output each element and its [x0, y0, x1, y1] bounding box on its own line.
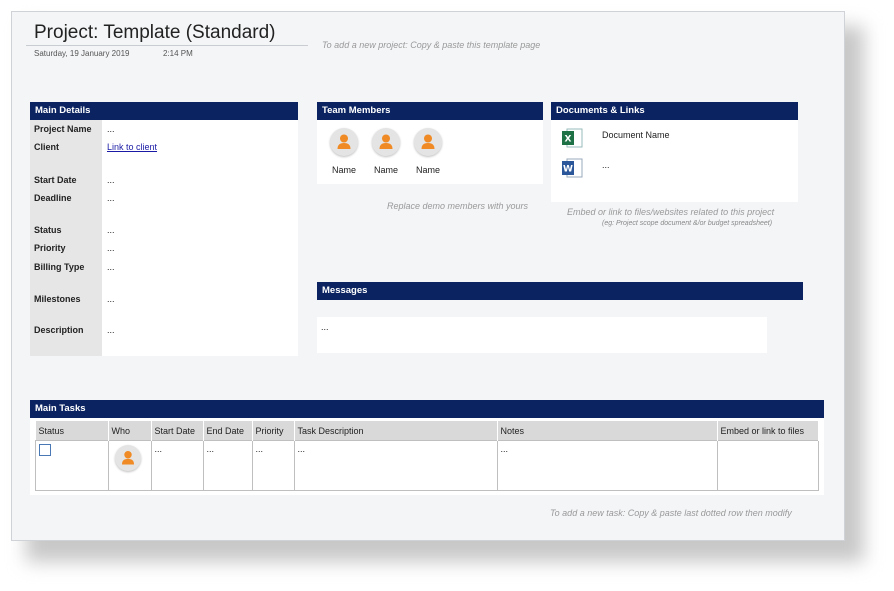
- member-avatar-icon[interactable]: [372, 128, 400, 156]
- document-name-2[interactable]: ...: [602, 160, 610, 170]
- field-label-start-date: Start Date: [34, 175, 77, 185]
- title-underline: [26, 45, 308, 46]
- main-tasks-panel: Status Who Start Date End Date Priority …: [30, 418, 824, 495]
- tasks-table: Status Who Start Date End Date Priority …: [35, 421, 819, 491]
- main-details-header: Main Details: [30, 102, 298, 120]
- assignee-avatar-icon[interactable]: [114, 445, 141, 471]
- note-page: Project: Template (Standard) Saturday, 1…: [11, 11, 845, 541]
- col-start-date: Start Date: [151, 421, 204, 441]
- document-name[interactable]: Document Name: [602, 130, 670, 140]
- messages-header: Messages: [317, 282, 803, 300]
- tasks-hint: To add a new task: Copy & paste last dot…: [550, 508, 792, 518]
- field-label-status: Status: [34, 225, 62, 235]
- main-tasks-header: Main Tasks: [30, 400, 824, 418]
- page-date: Saturday, 19 January 2019: [34, 49, 130, 58]
- col-priority: Priority: [252, 421, 295, 441]
- task-start-date[interactable]: ...: [150, 440, 204, 491]
- svg-text:W: W: [563, 165, 573, 175]
- field-value-priority[interactable]: ...: [107, 243, 115, 253]
- task-checkbox[interactable]: [39, 444, 51, 456]
- member-name: Name: [415, 165, 440, 175]
- task-description[interactable]: ...: [293, 440, 498, 491]
- task-status-cell: [35, 440, 109, 491]
- field-value-milestones[interactable]: ...: [107, 294, 115, 304]
- documents-header: Documents & Links: [551, 102, 798, 120]
- task-end-date[interactable]: ...: [202, 440, 253, 491]
- task-notes[interactable]: ...: [496, 440, 718, 491]
- member-avatar-icon[interactable]: [330, 128, 358, 156]
- team-members-section: Team Members Name Name Name: [317, 102, 543, 184]
- main-details-panel[interactable]: Project Name ... Client Link to client S…: [30, 120, 298, 356]
- messages-section: Messages: [317, 282, 803, 300]
- task-priority[interactable]: ...: [251, 440, 295, 491]
- col-task-description: Task Description: [294, 421, 498, 441]
- main-details-section: Main Details Project Name ... Client Lin…: [30, 102, 298, 356]
- table-row: ... ... ... ... ...: [35, 440, 819, 491]
- page-time: 2:14 PM: [163, 49, 193, 58]
- documents-section: Documents & Links X Document Name W ...: [551, 102, 798, 202]
- field-label-milestones: Milestones: [34, 294, 81, 304]
- page-title[interactable]: Project: Template (Standard): [34, 22, 276, 44]
- field-value-project-name[interactable]: ...: [107, 124, 115, 134]
- table-header-row: Status Who Start Date End Date Priority …: [35, 421, 819, 441]
- col-who: Who: [108, 421, 152, 441]
- field-label-project-name: Project Name: [34, 124, 92, 134]
- svg-text:X: X: [565, 135, 572, 145]
- excel-icon[interactable]: X: [561, 128, 583, 153]
- member-name: Name: [331, 165, 356, 175]
- field-label-priority: Priority: [34, 243, 66, 253]
- col-end-date: End Date: [203, 421, 253, 441]
- team-members-header: Team Members: [317, 102, 543, 120]
- main-tasks-section: Main Tasks Status Who Start Date End Dat…: [30, 400, 824, 495]
- field-value-start-date[interactable]: ...: [107, 175, 115, 185]
- documents-panel: X Document Name W ...: [551, 120, 798, 202]
- col-notes: Notes: [497, 421, 718, 441]
- task-who-cell: [107, 440, 152, 491]
- field-value-deadline[interactable]: ...: [107, 193, 115, 203]
- word-icon[interactable]: W: [561, 158, 583, 183]
- messages-panel[interactable]: ...: [317, 317, 767, 353]
- field-label-client: Client: [34, 142, 60, 152]
- team-members-hint: Replace demo members with yours: [387, 201, 529, 211]
- field-label-deadline: Deadline: [34, 193, 72, 203]
- new-project-hint[interactable]: To add a new project: Copy & paste this …: [322, 40, 540, 50]
- client-link[interactable]: Link to client: [107, 142, 157, 152]
- field-label-description: Description: [34, 325, 84, 335]
- documents-hint: Embed or link to files/websites related …: [567, 207, 775, 217]
- messages-body[interactable]: ...: [321, 322, 329, 332]
- member-name: Name: [373, 165, 398, 175]
- task-embed-files[interactable]: [716, 440, 819, 491]
- member-avatar-icon[interactable]: [414, 128, 442, 156]
- team-members-panel: Name Name Name: [317, 120, 543, 184]
- label-column: [30, 120, 102, 356]
- field-value-billing-type[interactable]: ...: [107, 262, 115, 272]
- col-status: Status: [35, 421, 109, 441]
- field-label-billing-type: Billing Type: [34, 262, 85, 272]
- field-value-status[interactable]: ...: [107, 225, 115, 235]
- field-value-description[interactable]: ...: [107, 325, 115, 335]
- documents-subhint: (eg: Project scope document &/or budget …: [602, 220, 773, 227]
- col-embed-files: Embed or link to files: [717, 421, 819, 441]
